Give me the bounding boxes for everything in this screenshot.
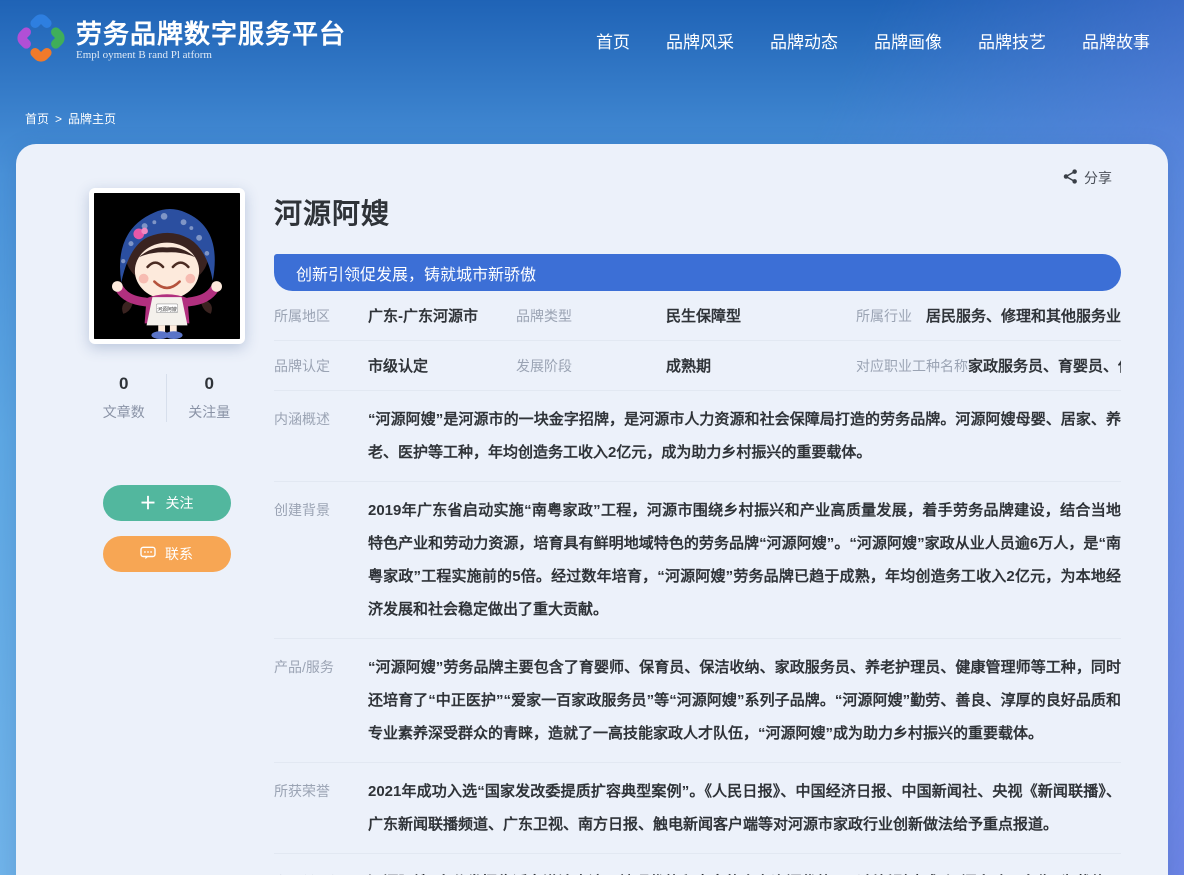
section-honors-text: 2021年成功入选“国家发改委提质扩容典型案例”。《人民日报》、中国经济日报、中… [368, 775, 1121, 841]
stage-label: 发展阶段 [516, 356, 666, 376]
industry-value: 居民服务、修理和其他服务业 [926, 305, 1121, 326]
certify-label: 品牌认定 [274, 356, 368, 376]
section-honors-label: 所获荣誉 [274, 775, 368, 841]
stat-articles: 0 文章数 [82, 374, 167, 422]
share-button[interactable]: 分享 [1063, 168, 1112, 188]
nav-brand-news[interactable]: 品牌动态 [770, 28, 838, 53]
breadcrumb-current: 品牌主页 [68, 110, 116, 127]
stage-value: 成熟期 [666, 355, 711, 376]
platform-subtitle: Empl oyment B rand Pl atform [76, 49, 346, 61]
occupation-label: 对应职业工种名称 [856, 356, 968, 376]
section-connotation: 内涵概述 “河源阿嫂”是河源市的一块金字招牌，是河源市人力资源和社会保障局打造的… [274, 391, 1121, 482]
region-label: 所属地区 [274, 306, 368, 326]
section-products-label: 产品/服务 [274, 651, 368, 750]
share-icon [1063, 169, 1078, 187]
profile-left-column: 河源阿嫂 0 文章数 0 关注量 ＋ 关注 [59, 172, 274, 875]
avatar-apron-tag: 河源阿嫂 [157, 306, 177, 313]
breadcrumb: 首页 > 品牌主页 [0, 80, 1184, 144]
profile-right-column: 河源阿嫂 创新引领促发展，铸就城市新骄傲 所属地区 广东-广东河源市 品牌类型 … [274, 172, 1121, 875]
breadcrumb-separator: > [55, 112, 62, 126]
occupation-value: 家政服务员、育婴员、保育师 [968, 355, 1121, 376]
contact-button[interactable]: 联系 [103, 536, 231, 572]
nav-brand-skill[interactable]: 品牌技艺 [978, 28, 1046, 53]
section-connotation-text: “河源阿嫂”是河源市的一块金字招牌，是河源市人力资源和社会保障局打造的劳务品牌。… [368, 403, 1121, 469]
contact-label: 联系 [165, 544, 193, 564]
section-prospects-label: 发展前景概述 [274, 866, 368, 875]
section-honors: 所获荣誉 2021年成功入选“国家发改委提质扩容典型案例”。《人民日报》、中国经… [274, 763, 1121, 854]
brand-type-label: 品牌类型 [516, 306, 666, 326]
followers-count: 0 [167, 374, 252, 394]
stat-followers: 0 关注量 [166, 374, 252, 422]
region-value: 广东-广东河源市 [368, 305, 478, 326]
top-header: 劳务品牌数字服务平台 Empl oyment B rand Pl atform … [0, 0, 1184, 80]
info-row-1: 所属地区 广东-广东河源市 品牌类型 民生保障型 所属行业 居民服务、修理和其他… [274, 291, 1121, 341]
articles-count: 0 [82, 374, 167, 394]
section-connotation-label: 内涵概述 [274, 403, 368, 469]
brand-type-value: 民生保障型 [666, 305, 741, 326]
nav-home[interactable]: 首页 [596, 28, 630, 53]
main-nav: 首页 品牌风采 品牌动态 品牌画像 品牌技艺 品牌故事 [596, 28, 1150, 53]
chat-icon [140, 546, 156, 563]
brand-slogan-banner: 创新引领促发展，铸就城市新骄傲 [274, 254, 1121, 291]
platform-title: 劳务品牌数字服务平台 [76, 19, 346, 49]
followers-label: 关注量 [167, 402, 252, 422]
section-products-text: “河源阿嫂”劳务品牌主要包含了育婴师、保育员、保洁收纳、家政服务员、养老护理员、… [368, 651, 1121, 750]
brand-name-title: 河源阿嫂 [274, 192, 1121, 232]
section-products: 产品/服务 “河源阿嫂”劳务品牌主要包含了育婴师、保育员、保洁收纳、家政服务员、… [274, 639, 1121, 763]
nav-brand-style[interactable]: 品牌风采 [666, 28, 734, 53]
plus-icon: ＋ [140, 495, 157, 512]
section-prospects-text: 河源阿嫂”充分发挥临近粤港澳大湾区地理优势和丰富的人力资源优势，以创新型建成“河… [368, 866, 1121, 875]
certify-value: 市级认定 [368, 355, 428, 376]
breadcrumb-home[interactable]: 首页 [25, 110, 49, 127]
logo-knot-icon [16, 13, 66, 68]
platform-logo[interactable]: 劳务品牌数字服务平台 Empl oyment B rand Pl atform [16, 13, 346, 68]
articles-label: 文章数 [82, 402, 167, 422]
share-label: 分享 [1084, 168, 1112, 188]
brand-profile-card: 分享 [16, 144, 1168, 875]
profile-stats: 0 文章数 0 关注量 [82, 374, 252, 422]
industry-label: 所属行业 [856, 306, 912, 326]
info-row-2: 品牌认定 市级认定 发展阶段 成熟期 对应职业工种名称 家政服务员、育婴员、保育… [274, 341, 1121, 391]
follow-button[interactable]: ＋ 关注 [103, 485, 231, 521]
section-prospects: 发展前景概述 河源阿嫂”充分发挥临近粤港澳大湾区地理优势和丰富的人力资源优势，以… [274, 854, 1121, 875]
section-background-label: 创建背景 [274, 494, 368, 626]
section-background: 创建背景 2019年广东省启动实施“南粤家政”工程，河源市围绕乡村振兴和产业高质… [274, 482, 1121, 639]
nav-brand-portrait[interactable]: 品牌画像 [874, 28, 942, 53]
nav-brand-story[interactable]: 品牌故事 [1082, 28, 1150, 53]
follow-label: 关注 [166, 493, 194, 513]
brand-slogan-text: 创新引领促发展，铸就城市新骄傲 [296, 261, 536, 285]
brand-avatar: 河源阿嫂 [89, 188, 245, 344]
section-background-text: 2019年广东省启动实施“南粤家政”工程，河源市围绕乡村振兴和产业高质量发展，着… [368, 494, 1121, 626]
